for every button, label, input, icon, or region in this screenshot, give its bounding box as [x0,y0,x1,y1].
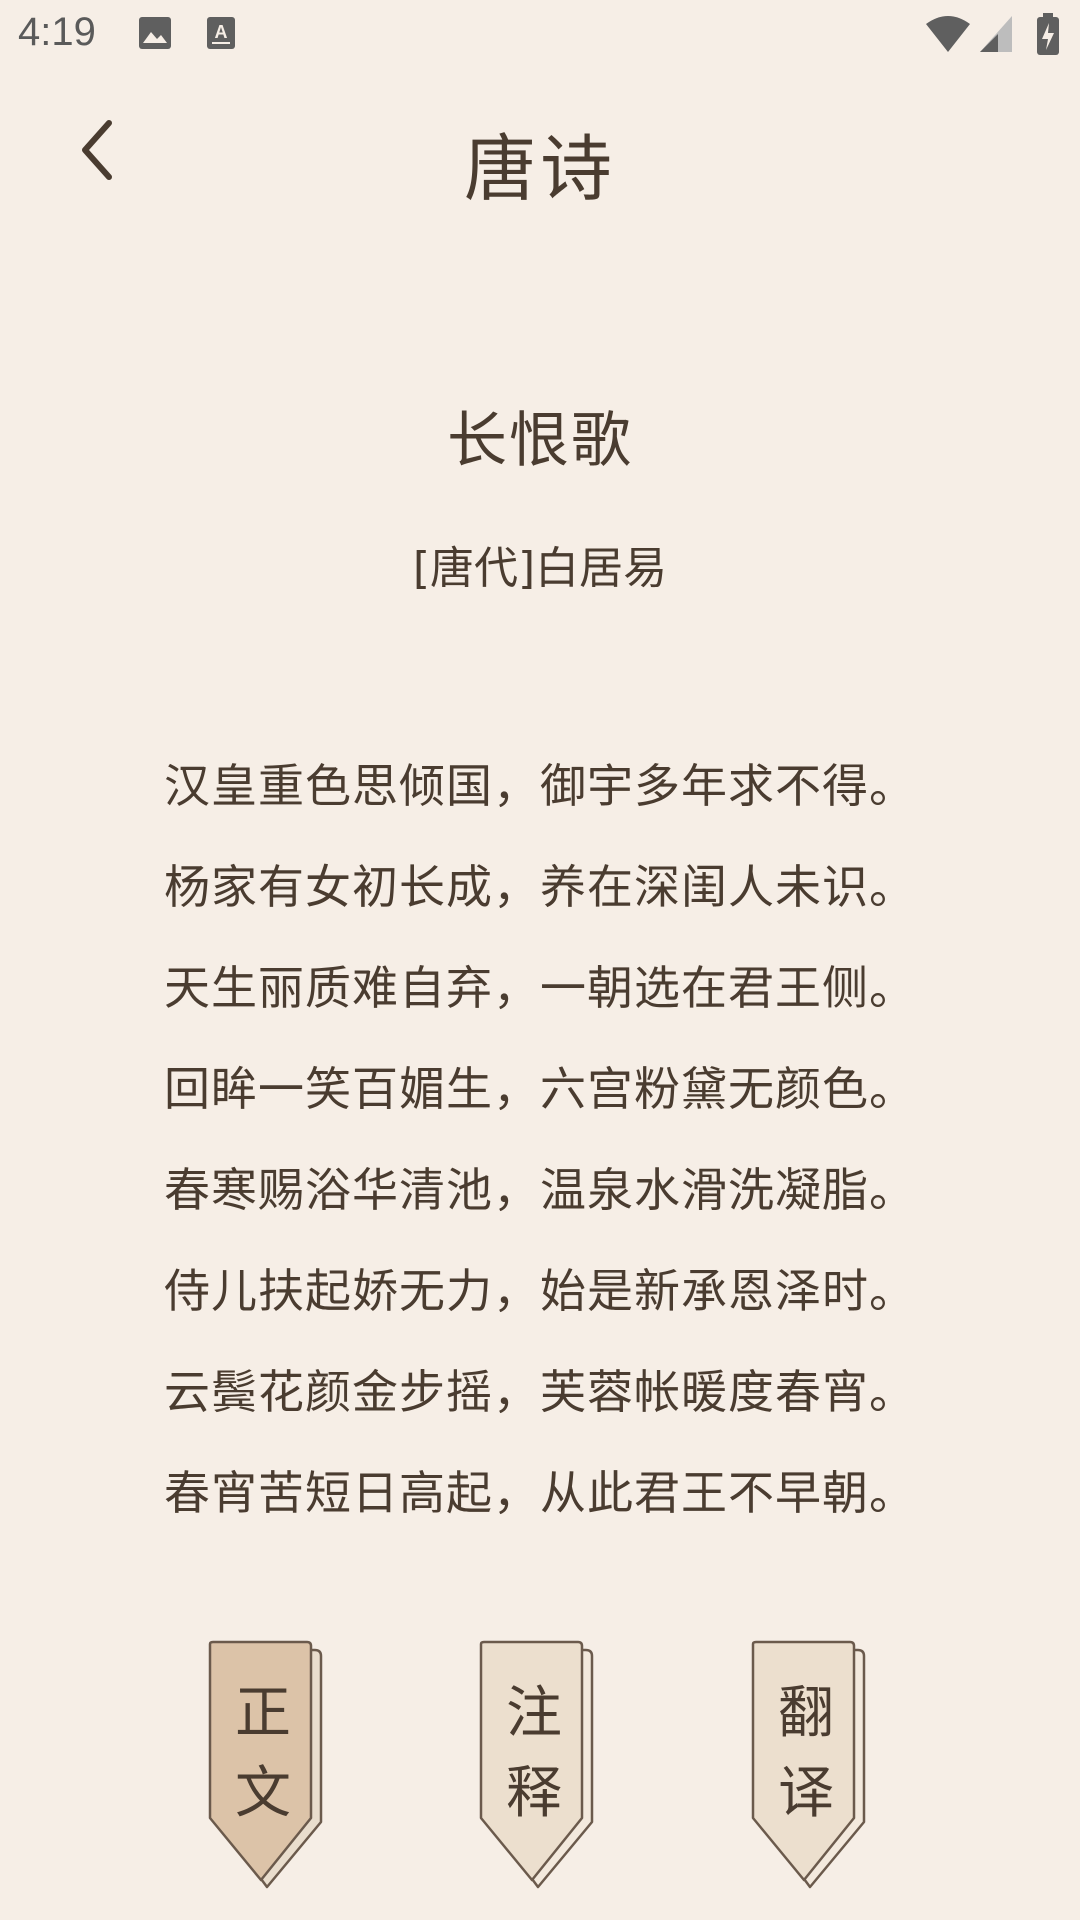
tab-annotation-char-2: 释 [506,1761,562,1826]
poem-line: 天生丽质难自弃，一朝选在君王侧。 [164,961,916,1015]
tab-translation-char-2: 译 [778,1761,834,1826]
poem-line: 春宵苦短日高起，从此君王不早朝。 [164,1466,916,1520]
svg-text:A: A [215,22,228,42]
tab-main-text-char-1: 正 [235,1681,291,1746]
tab-main-text-char-2: 文 [235,1761,291,1826]
poem-line: 回眸一笑百媚生，六宫粉黛无颜色。 [164,1062,916,1116]
poem-line: 云鬓花颜金步摇，芙蓉帐暖度春宵。 [164,1365,916,1419]
tab-main-text[interactable]: 正 文 [207,1640,331,1890]
poem-line: 汉皇重色思倾国，御宇多年求不得。 [164,759,916,813]
poem-author: [唐代]白居易 [412,543,668,594]
tab-annotation-char-1: 注 [506,1681,562,1746]
wifi-icon [924,14,972,58]
status-time: 4:19 [18,10,96,54]
poem-title: 长恨歌 [447,406,633,476]
poem-body: 汉皇重色思倾国，御宇多年求不得。 杨家有女初长成，养在深闺人未识。 天生丽质难自… [0,752,1080,1560]
nav-bar: 唐诗 [0,72,1080,232]
page-title: 唐诗 [463,127,616,211]
signal-icon [978,14,1014,58]
status-bar: 4:19 A [0,0,1080,72]
poem-line: 春寒赐浴华清池，温泉水滑洗凝脂。 [164,1163,916,1217]
text-a-icon: A [206,16,236,54]
tab-annotation[interactable]: 注 释 [478,1640,602,1890]
poem-line: 侍儿扶起娇无力，始是新承恩泽时。 [164,1264,916,1318]
tab-translation-char-1: 翻 [778,1681,834,1746]
tab-translation[interactable]: 翻 译 [750,1640,874,1890]
image-icon [138,16,172,54]
battery-icon [1036,12,1060,60]
poem-line: 杨家有女初长成，养在深闺人未识。 [164,860,916,914]
